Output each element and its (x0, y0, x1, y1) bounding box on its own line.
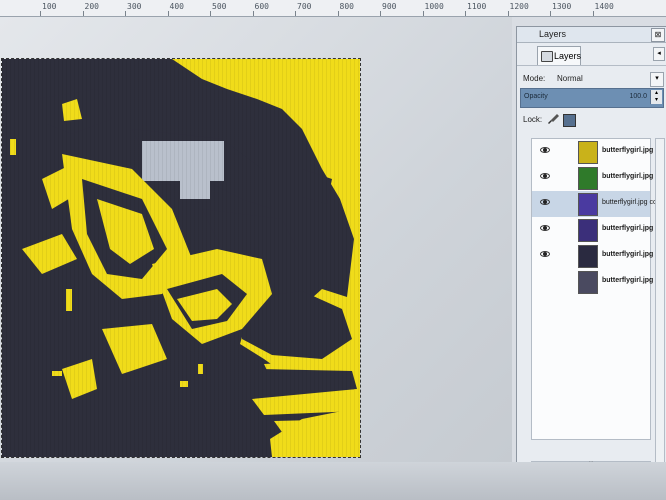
ruler-tick-label: 300 (127, 2, 142, 11)
ruler-tick (252, 11, 254, 16)
dock-tab-row: Layers ◂ (517, 43, 666, 66)
eye-icon[interactable] (540, 225, 550, 231)
tab-layers-label: Layers (554, 51, 582, 61)
dock-title: Layers ⊠ (517, 27, 666, 43)
layer-row[interactable]: butterflygirl.jpg (532, 269, 653, 295)
spin-arrows-icon[interactable]: ▴ ▾ (650, 90, 662, 104)
ruler-tick (380, 11, 381, 16)
tab-layers[interactable]: Layers (537, 46, 581, 65)
tab-menu-icon[interactable]: ◂ (653, 47, 665, 61)
ruler-tick (82, 11, 84, 16)
ruler-tick-label: 900 (382, 2, 397, 11)
layer-thumbnail (578, 219, 598, 242)
close-icon[interactable]: ⊠ (651, 28, 665, 42)
lock-label: Lock: (523, 115, 543, 124)
layer-row[interactable]: butterflygirl.jpg co (532, 191, 657, 217)
layer-name[interactable]: butterflygirl.jpg (602, 147, 653, 154)
layer-name[interactable]: butterflygirl.jpg co (602, 199, 657, 206)
layer-row[interactable]: butterflygirl.jpg (532, 165, 653, 191)
ruler-tick (507, 11, 509, 16)
layer-name[interactable]: butterflygirl.jpg (602, 173, 653, 180)
vertical-scrollbar[interactable] (655, 138, 665, 470)
ruler-tick-label: 200 (84, 2, 99, 11)
ruler-tick-label: 1400 (594, 2, 614, 11)
layer-thumbnail (578, 141, 598, 164)
eye-icon[interactable] (540, 173, 550, 179)
layer-thumbnail (578, 271, 598, 294)
opacity-label: Opacity (524, 93, 548, 100)
ruler-tick-label: 700 (297, 2, 312, 11)
ruler-tick-label: 1000 (424, 2, 444, 11)
ruler-tick (40, 11, 41, 16)
canvas-area[interactable] (0, 17, 512, 500)
ruler-tick-label: 1100 (467, 2, 487, 11)
mode-select[interactable]: Normal (557, 74, 583, 83)
ruler-tick-label: 500 (212, 2, 227, 11)
opacity-value: 100.0 (629, 93, 647, 100)
chevron-down-icon[interactable]: ▾ (650, 72, 664, 87)
layer-list[interactable]: butterflygirl.jpg butterflygirl.jpg butter… (531, 138, 657, 440)
ruler-tick-label: 600 (254, 2, 269, 11)
ruler-tick (295, 11, 296, 16)
layer-name[interactable]: butterflygirl.jpg (602, 225, 653, 232)
layers-icon (541, 51, 553, 62)
ruler-tick (465, 11, 466, 16)
butterfly-girl-image (2, 59, 360, 457)
ruler-tick-label: 1300 (552, 2, 572, 11)
layer-thumbnail (578, 167, 598, 190)
ruler-tick-label: 100 (42, 2, 57, 11)
mode-row: Mode: Normal ▾ (517, 71, 666, 88)
layer-name[interactable]: butterflygirl.jpg (602, 277, 653, 284)
layer-thumbnail (578, 245, 598, 268)
eye-icon[interactable] (540, 251, 550, 257)
ruler-tick (422, 11, 424, 16)
layers-dock: Layers ⊠ Layers ◂ Mode: Normal ▾ Opacity… (516, 26, 666, 487)
ruler-tick-label: 1200 (509, 2, 529, 11)
image-canvas[interactable] (1, 58, 361, 458)
layer-row[interactable]: butterflygirl.jpg (532, 243, 653, 269)
ruler-tick (125, 11, 126, 16)
ruler-tick (210, 11, 211, 16)
ruler-tick-label: 400 (169, 2, 184, 11)
layer-thumbnail (578, 193, 598, 216)
ruler-tick (337, 11, 339, 16)
layer-name[interactable]: butterflygirl.jpg (602, 251, 653, 258)
mode-label: Mode: (523, 74, 546, 83)
opacity-slider[interactable]: Opacity 100.0 ▴ ▾ (520, 88, 664, 108)
ruler-tick (550, 11, 551, 16)
layer-row[interactable]: butterflygirl.jpg (532, 139, 653, 165)
horizontal-ruler[interactable]: 100 200 300 400 500 600 700 800 900 1000 1100 1200 1… (0, 0, 666, 17)
lock-alpha-icon[interactable] (563, 114, 576, 127)
monitor-bezel (0, 462, 666, 500)
ruler-tick (167, 11, 169, 16)
lock-row: Lock: (517, 111, 666, 129)
layer-row[interactable]: butterflygirl.jpg (532, 217, 653, 243)
ruler-tick-label: 800 (339, 2, 354, 11)
eye-icon[interactable] (540, 147, 550, 153)
dock-title-label: Layers (539, 29, 567, 39)
eye-icon[interactable] (540, 199, 550, 205)
lock-pixels-icon[interactable] (547, 114, 559, 124)
ruler-tick (592, 11, 594, 16)
